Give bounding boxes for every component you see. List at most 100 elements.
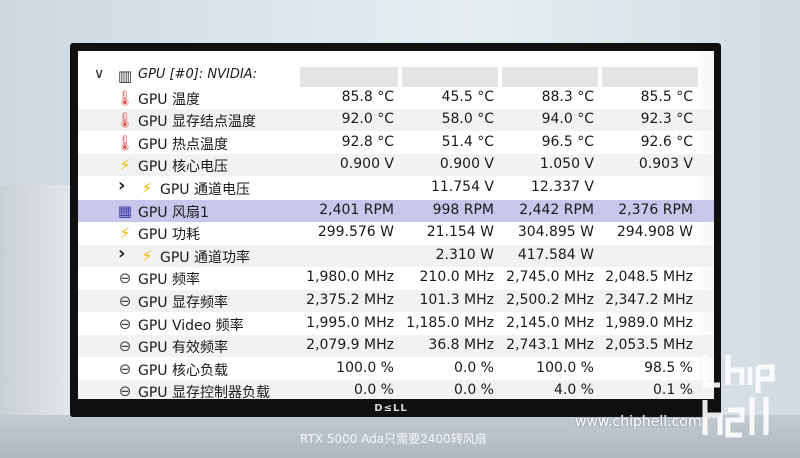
sensor-label: GPU 通道功率 <box>160 249 250 266</box>
clock-icon: ⊖ <box>118 292 132 310</box>
chiphell-logo <box>702 355 775 438</box>
maximum-value: 94.0 °C <box>541 111 594 128</box>
site-watermark: www.chiphell.com <box>575 414 702 430</box>
lightning-icon: ⚡ <box>141 246 153 265</box>
minimum-value: 2.310 W <box>435 246 494 263</box>
minimum-value: 36.8 MHz <box>428 337 494 354</box>
sensor-group-label: GPU [#0]: NVIDIA: <box>138 67 258 82</box>
sensor-label: GPU Video 频率 <box>138 317 244 334</box>
minimum-value: 101.3 MHz <box>419 292 494 308</box>
column-header-cell <box>602 67 698 87</box>
average-value: 2,048.5 MHz <box>605 269 693 286</box>
minimum-value: 45.5 °C <box>441 88 494 105</box>
average-value: 2,376 RPM <box>618 201 693 218</box>
column-header-cell <box>300 67 398 87</box>
sensor-row[interactable]: › ⚡ GPU 通道功率 2.310 W 417.584 W <box>78 243 714 267</box>
chip-icon: ▥ <box>117 67 133 85</box>
maximum-value: 304.895 W <box>517 224 594 241</box>
maximum-value: 100.0 % <box>536 359 594 376</box>
sensor-row[interactable]: ⊖ GPU Video 频率 1,995.0 MHz 1,185.0 MHz 2,145… <box>78 313 714 335</box>
sensor-row[interactable]: 🌡 GPU 温度 85.8 °C 45.5 °C 88.3 °C 85.5 °C <box>78 87 714 109</box>
current-value: 92.8 °C <box>341 133 394 150</box>
dell-logo: D≤LL <box>374 403 408 414</box>
sensor-label: GPU 核心电压 <box>138 159 228 176</box>
maximum-value: 4.0 % <box>553 382 594 399</box>
column-header-cell <box>502 67 598 87</box>
maximum-value: 88.3 °C <box>541 88 594 105</box>
sensor-row[interactable]: 🌡 GPU 显存结点温度 92.0 °C 58.0 °C 94.0 °C 92.3 °C <box>78 109 714 132</box>
background-box <box>0 185 76 415</box>
current-value: 92.0 °C <box>341 111 394 128</box>
maximum-value: 417.584 W <box>517 246 594 263</box>
column-header-cell <box>402 67 498 87</box>
sensor-label: GPU 热点温度 <box>138 136 228 153</box>
minimum-value: 0.900 V <box>439 156 494 173</box>
clock-icon: ⊖ <box>118 314 132 333</box>
sensor-label: GPU 风扇1 <box>138 204 209 221</box>
clock-icon: ⊖ <box>118 382 132 399</box>
average-value: 85.5 °C <box>640 88 693 105</box>
average-value: 1,989.0 MHz <box>605 314 693 331</box>
maximum-value: 1.050 V <box>539 156 594 173</box>
clock-icon: ⊖ <box>118 337 132 356</box>
minimum-value: 998 RPM <box>432 201 494 218</box>
current-value: 85.8 °C <box>341 88 394 105</box>
current-value: 1,995.0 MHz <box>306 314 394 331</box>
sensor-row[interactable]: ⊖ GPU 显存控制器负载 0.0 % 0.0 % 4.0 % 0.1 % <box>78 380 714 399</box>
average-value: 294.908 W <box>616 224 693 241</box>
minimum-value: 0.0 % <box>453 382 494 399</box>
sensor-row[interactable]: ⚡ GPU 功耗 299.576 W 21.154 W 304.895 W 294.908… <box>78 222 714 244</box>
sensor-label: GPU 显存控制器负载 <box>138 385 270 399</box>
current-value: 2,079.9 MHz <box>306 337 394 354</box>
thermometer-icon: 🌡 <box>115 88 135 107</box>
average-value: 0.903 V <box>638 156 693 173</box>
sensor-label: GPU 显存频率 <box>138 295 228 311</box>
current-value: 2,375.2 MHz <box>306 292 394 308</box>
minimum-value: 51.4 °C <box>441 133 494 150</box>
sensor-row[interactable]: ⊖ GPU 核心负载 100.0 % 0.0 % 100.0 % 98.5 % <box>78 358 714 380</box>
sensor-group-header[interactable]: ∨ ▥ GPU [#0]: NVIDIA: <box>78 65 714 87</box>
sensor-row[interactable]: 🌡 GPU 热点温度 92.8 °C 51.4 °C 96.5 °C 92.6 °C <box>78 132 714 154</box>
current-value: 299.576 W <box>317 224 394 241</box>
maximum-value: 96.5 °C <box>541 133 594 150</box>
thermometer-icon: 🌡 <box>115 133 135 152</box>
current-value: 0.0 % <box>353 382 394 399</box>
current-value: 100.0 % <box>336 359 394 376</box>
lightning-icon: ⚡ <box>141 179 153 197</box>
clock-icon: ⊖ <box>118 269 132 288</box>
minimum-value: 1,185.0 MHz <box>406 314 494 331</box>
sensor-row[interactable]: ⊖ GPU 频率 1,980.0 MHz 210.0 MHz 2,745.0 MHz 2,… <box>78 267 714 289</box>
average-value: 92.6 °C <box>640 133 693 150</box>
maximum-value: 12.337 V <box>530 179 594 195</box>
sensor-row[interactable]: ⊖ GPU 有效频率 2,079.9 MHz 36.8 MHz 2,743.1 MHz 2… <box>78 335 714 358</box>
average-value: 0.1 % <box>652 382 693 399</box>
sensor-row[interactable]: ▦ GPU 风扇1 2,401 RPM 998 RPM 2,442 RPM 2,376 R… <box>78 199 714 222</box>
sensor-row[interactable]: › ⚡ GPU 通道电压 11.754 V 12.337 V <box>78 175 714 199</box>
collapse-chevron-icon[interactable]: ∨ <box>94 66 104 82</box>
expand-chevron-icon[interactable]: › <box>118 175 125 196</box>
clock-icon: ⊖ <box>118 359 132 378</box>
maximum-value: 2,442 RPM <box>519 201 594 218</box>
sensor-row[interactable]: ⚡ GPU 核心电压 0.900 V 0.900 V 1.050 V 0.903 V <box>78 154 714 177</box>
maximum-value: 2,745.0 MHz <box>506 269 594 286</box>
maximum-value: 2,500.2 MHz <box>506 292 594 308</box>
sensor-label: GPU 有效频率 <box>138 340 228 357</box>
fan-icon: ▦ <box>117 201 133 220</box>
minimum-value: 58.0 °C <box>441 111 494 128</box>
sensor-label: GPU 通道电压 <box>160 182 250 198</box>
sensor-label: GPU 显存结点温度 <box>138 114 256 131</box>
sensor-label: GPU 频率 <box>138 272 200 289</box>
sensor-row[interactable]: ⊖ GPU 显存频率 2,375.2 MHz 101.3 MHz 2,500.2 MHz… <box>78 290 714 312</box>
average-value: 92.3 °C <box>640 111 693 128</box>
hwinfo-sensor-window: ∨ ▥ GPU [#0]: NVIDIA: 🌡 GPU 温度 85.8 °C 45.5 °C… <box>78 51 714 399</box>
current-value: 0.900 V <box>339 156 394 173</box>
current-value: 2,401 RPM <box>319 201 394 218</box>
thermometer-icon: 🌡 <box>115 111 135 130</box>
lightning-icon: ⚡ <box>119 224 131 243</box>
maximum-value: 2,145.0 MHz <box>506 314 594 331</box>
average-value: 98.5 % <box>644 359 693 376</box>
expand-chevron-icon[interactable]: › <box>118 243 125 264</box>
minimum-value: 21.154 W <box>426 224 494 241</box>
sensor-label: GPU 温度 <box>138 91 200 108</box>
minimum-value: 11.754 V <box>430 179 494 195</box>
